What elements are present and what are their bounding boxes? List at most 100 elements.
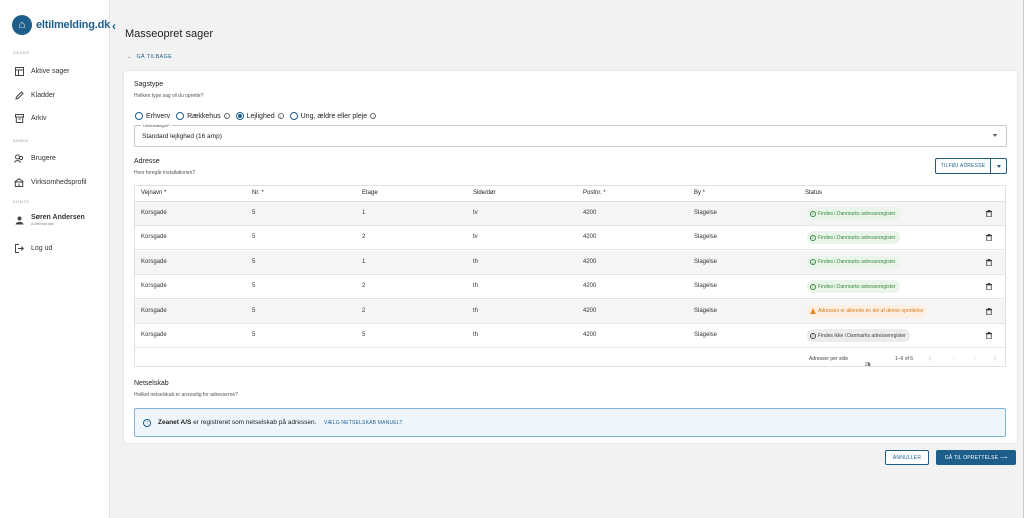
cell-by[interactable]: Slagelse xyxy=(694,259,717,265)
status-text: Findes ikke i Danmarks adresseregister xyxy=(818,332,906,339)
subcategory-select[interactable]: Underkategori* Standard lejlighed (16 am… xyxy=(134,123,1007,147)
building-icon xyxy=(14,177,24,187)
cell-postnr[interactable]: 4200 xyxy=(583,234,596,240)
table-row: Korsgade 5 5 th 4200 Slagelse i Findes ikke i D… xyxy=(135,324,1005,348)
status-text: Adressen er allerede en del af denne opr… xyxy=(818,308,924,315)
go-to-creation-button[interactable]: GÅ TIL OPRETTELSE ⟶ xyxy=(936,450,1016,465)
cell-vejnavn[interactable]: Korsgade xyxy=(141,308,167,314)
cell-postnr[interactable]: 4200 xyxy=(583,210,596,216)
status-text: Findes i Danmarks adresseregister xyxy=(818,283,896,290)
radio-raekkehus[interactable]: Rækkehus i xyxy=(176,112,230,120)
page-title: Masseopret sager xyxy=(125,28,214,40)
cell-etage[interactable]: 2 xyxy=(362,283,365,289)
back-label: GÅ TILBAGE xyxy=(136,54,173,60)
sidebar-item-kladder[interactable]: Kladder xyxy=(14,90,55,100)
next-page-icon[interactable]: › xyxy=(974,356,976,362)
cell-by[interactable]: Slagelse xyxy=(694,234,717,240)
cancel-button[interactable]: ANNULLER xyxy=(885,450,929,465)
choose-netselskab-link[interactable]: VÆLG NETSELSKAB MANUELT xyxy=(324,420,403,426)
cell-by[interactable]: Slagelse xyxy=(694,283,717,289)
cell-vejnavn[interactable]: Korsgade xyxy=(141,259,167,265)
sidebar-item-virksomhedsprofil[interactable]: Virksomhedsprofil xyxy=(14,177,87,187)
radio-erhverv[interactable]: Erhverv xyxy=(135,112,170,120)
cell-nr[interactable]: 5 xyxy=(252,283,255,289)
sidebar-item-label: Brugere xyxy=(31,154,56,162)
cell-postnr[interactable]: 4200 xyxy=(583,283,596,289)
archive-icon xyxy=(14,113,24,123)
table-row: Korsgade 5 2 tv 4200 Slagelse ✓ Findes i Danmar… xyxy=(135,226,1005,251)
sidebar-item-label: Arkiv xyxy=(31,114,47,122)
cell-by[interactable]: Slagelse xyxy=(694,210,717,216)
netselskab-question: Hvilket netselskab er ansvarlig for adre… xyxy=(134,392,238,398)
subcategory-value: Standard lejlighed (16 amp) xyxy=(142,133,222,140)
cell-nr[interactable]: 5 xyxy=(252,332,255,338)
cell-etage[interactable]: 5 xyxy=(362,332,365,338)
first-page-icon[interactable]: |‹ xyxy=(929,356,932,362)
status-badge: i Findes ikke i Danmarks adresseregister xyxy=(807,329,910,342)
trash-icon[interactable] xyxy=(986,210,992,217)
cell-by[interactable]: Slagelse xyxy=(694,308,717,314)
cell-vejnavn[interactable]: Korsgade xyxy=(141,210,167,216)
cell-nr[interactable]: 5 xyxy=(252,234,255,240)
radio-ung-aeldre-pleje[interactable]: Ung, ældre eller pleje i xyxy=(289,112,377,120)
sagstype-question: Hvilken type sag vil du oprette? xyxy=(134,93,204,99)
cell-vejnavn[interactable]: Korsgade xyxy=(141,283,167,289)
radio-circle-selected xyxy=(235,112,244,120)
cell-side-doer[interactable]: th xyxy=(473,283,478,289)
sidebar-item-aktive-sager[interactable]: Aktive sager xyxy=(14,66,70,76)
section-label-konto: KONTO xyxy=(13,199,30,204)
info-icon[interactable]: i xyxy=(370,113,377,119)
radio-lejlighed[interactable]: Lejlighed i xyxy=(235,112,284,120)
rows-per-page-select[interactable]: 25 ▾ xyxy=(865,356,871,368)
info-icon[interactable]: i xyxy=(277,113,284,119)
check-circle-icon: ✓ xyxy=(810,210,816,217)
person-icon xyxy=(14,215,24,225)
info-icon[interactable]: i xyxy=(223,113,230,119)
cell-vejnavn[interactable]: Korsgade xyxy=(141,332,167,338)
cell-side-doer[interactable]: tv xyxy=(473,234,478,240)
cell-by[interactable]: Slagelse xyxy=(694,332,717,338)
cell-nr[interactable]: 5 xyxy=(252,308,255,314)
cell-nr[interactable]: 5 xyxy=(252,210,255,216)
pencil-icon xyxy=(14,90,24,100)
cell-postnr[interactable]: 4200 xyxy=(583,259,596,265)
cell-etage[interactable]: 1 xyxy=(362,210,365,216)
section-label-admin: ADMIN xyxy=(13,138,29,143)
cell-side-doer[interactable]: th xyxy=(473,259,478,265)
add-address-dropdown[interactable] xyxy=(991,159,1006,173)
cell-postnr[interactable]: 4200 xyxy=(583,332,596,338)
cell-etage[interactable]: 1 xyxy=(362,259,365,265)
cell-etage[interactable]: 2 xyxy=(362,308,365,314)
cell-nr[interactable]: 5 xyxy=(252,259,255,265)
cell-postnr[interactable]: 4200 xyxy=(583,308,596,314)
cell-etage[interactable]: 2 xyxy=(362,234,365,240)
trash-icon[interactable] xyxy=(986,283,992,291)
trash-icon[interactable] xyxy=(986,332,992,339)
logout-link[interactable]: Log ud xyxy=(14,243,52,253)
check-circle-icon: ✓ xyxy=(810,283,816,290)
trash-icon[interactable] xyxy=(986,258,992,266)
arrow-left-icon: ← xyxy=(127,54,133,60)
sidebar-user[interactable]: Søren Andersen Administrator xyxy=(14,214,85,226)
sidebar-item-label: Virksomhedsprofil xyxy=(31,178,87,186)
col-vejnavn: Vejnavn * xyxy=(141,190,167,196)
prev-page-icon[interactable]: ‹ xyxy=(953,356,955,362)
sidebar-item-brugere[interactable]: Brugere xyxy=(14,153,56,163)
info-icon: i xyxy=(143,419,151,427)
add-address-button[interactable]: TILFØJ ADRESSE xyxy=(935,158,1007,174)
back-link[interactable]: ← GÅ TILBAGE xyxy=(127,54,172,60)
netselskab-info-message: er registreret som netselskab på adresse… xyxy=(193,419,317,426)
table-row: Korsgade 5 1 tv 4200 Slagelse ✓ Findes i Danmar… xyxy=(135,202,1005,226)
logo[interactable]: ⌂ eltilmelding.dk xyxy=(12,14,110,36)
radio-circle xyxy=(176,112,185,120)
col-postnr: Postnr. * xyxy=(583,190,606,196)
cell-side-doer[interactable]: th xyxy=(473,332,478,338)
cell-side-doer[interactable]: tv xyxy=(473,210,478,216)
trash-icon[interactable] xyxy=(986,234,992,242)
cell-vejnavn[interactable]: Korsgade xyxy=(141,234,167,240)
cell-side-doer[interactable]: th xyxy=(473,308,478,314)
trash-icon[interactable] xyxy=(986,307,992,315)
col-status: Status xyxy=(805,190,823,196)
sidebar-item-arkiv[interactable]: Arkiv xyxy=(14,113,47,123)
last-page-icon[interactable]: ›| xyxy=(993,356,996,362)
